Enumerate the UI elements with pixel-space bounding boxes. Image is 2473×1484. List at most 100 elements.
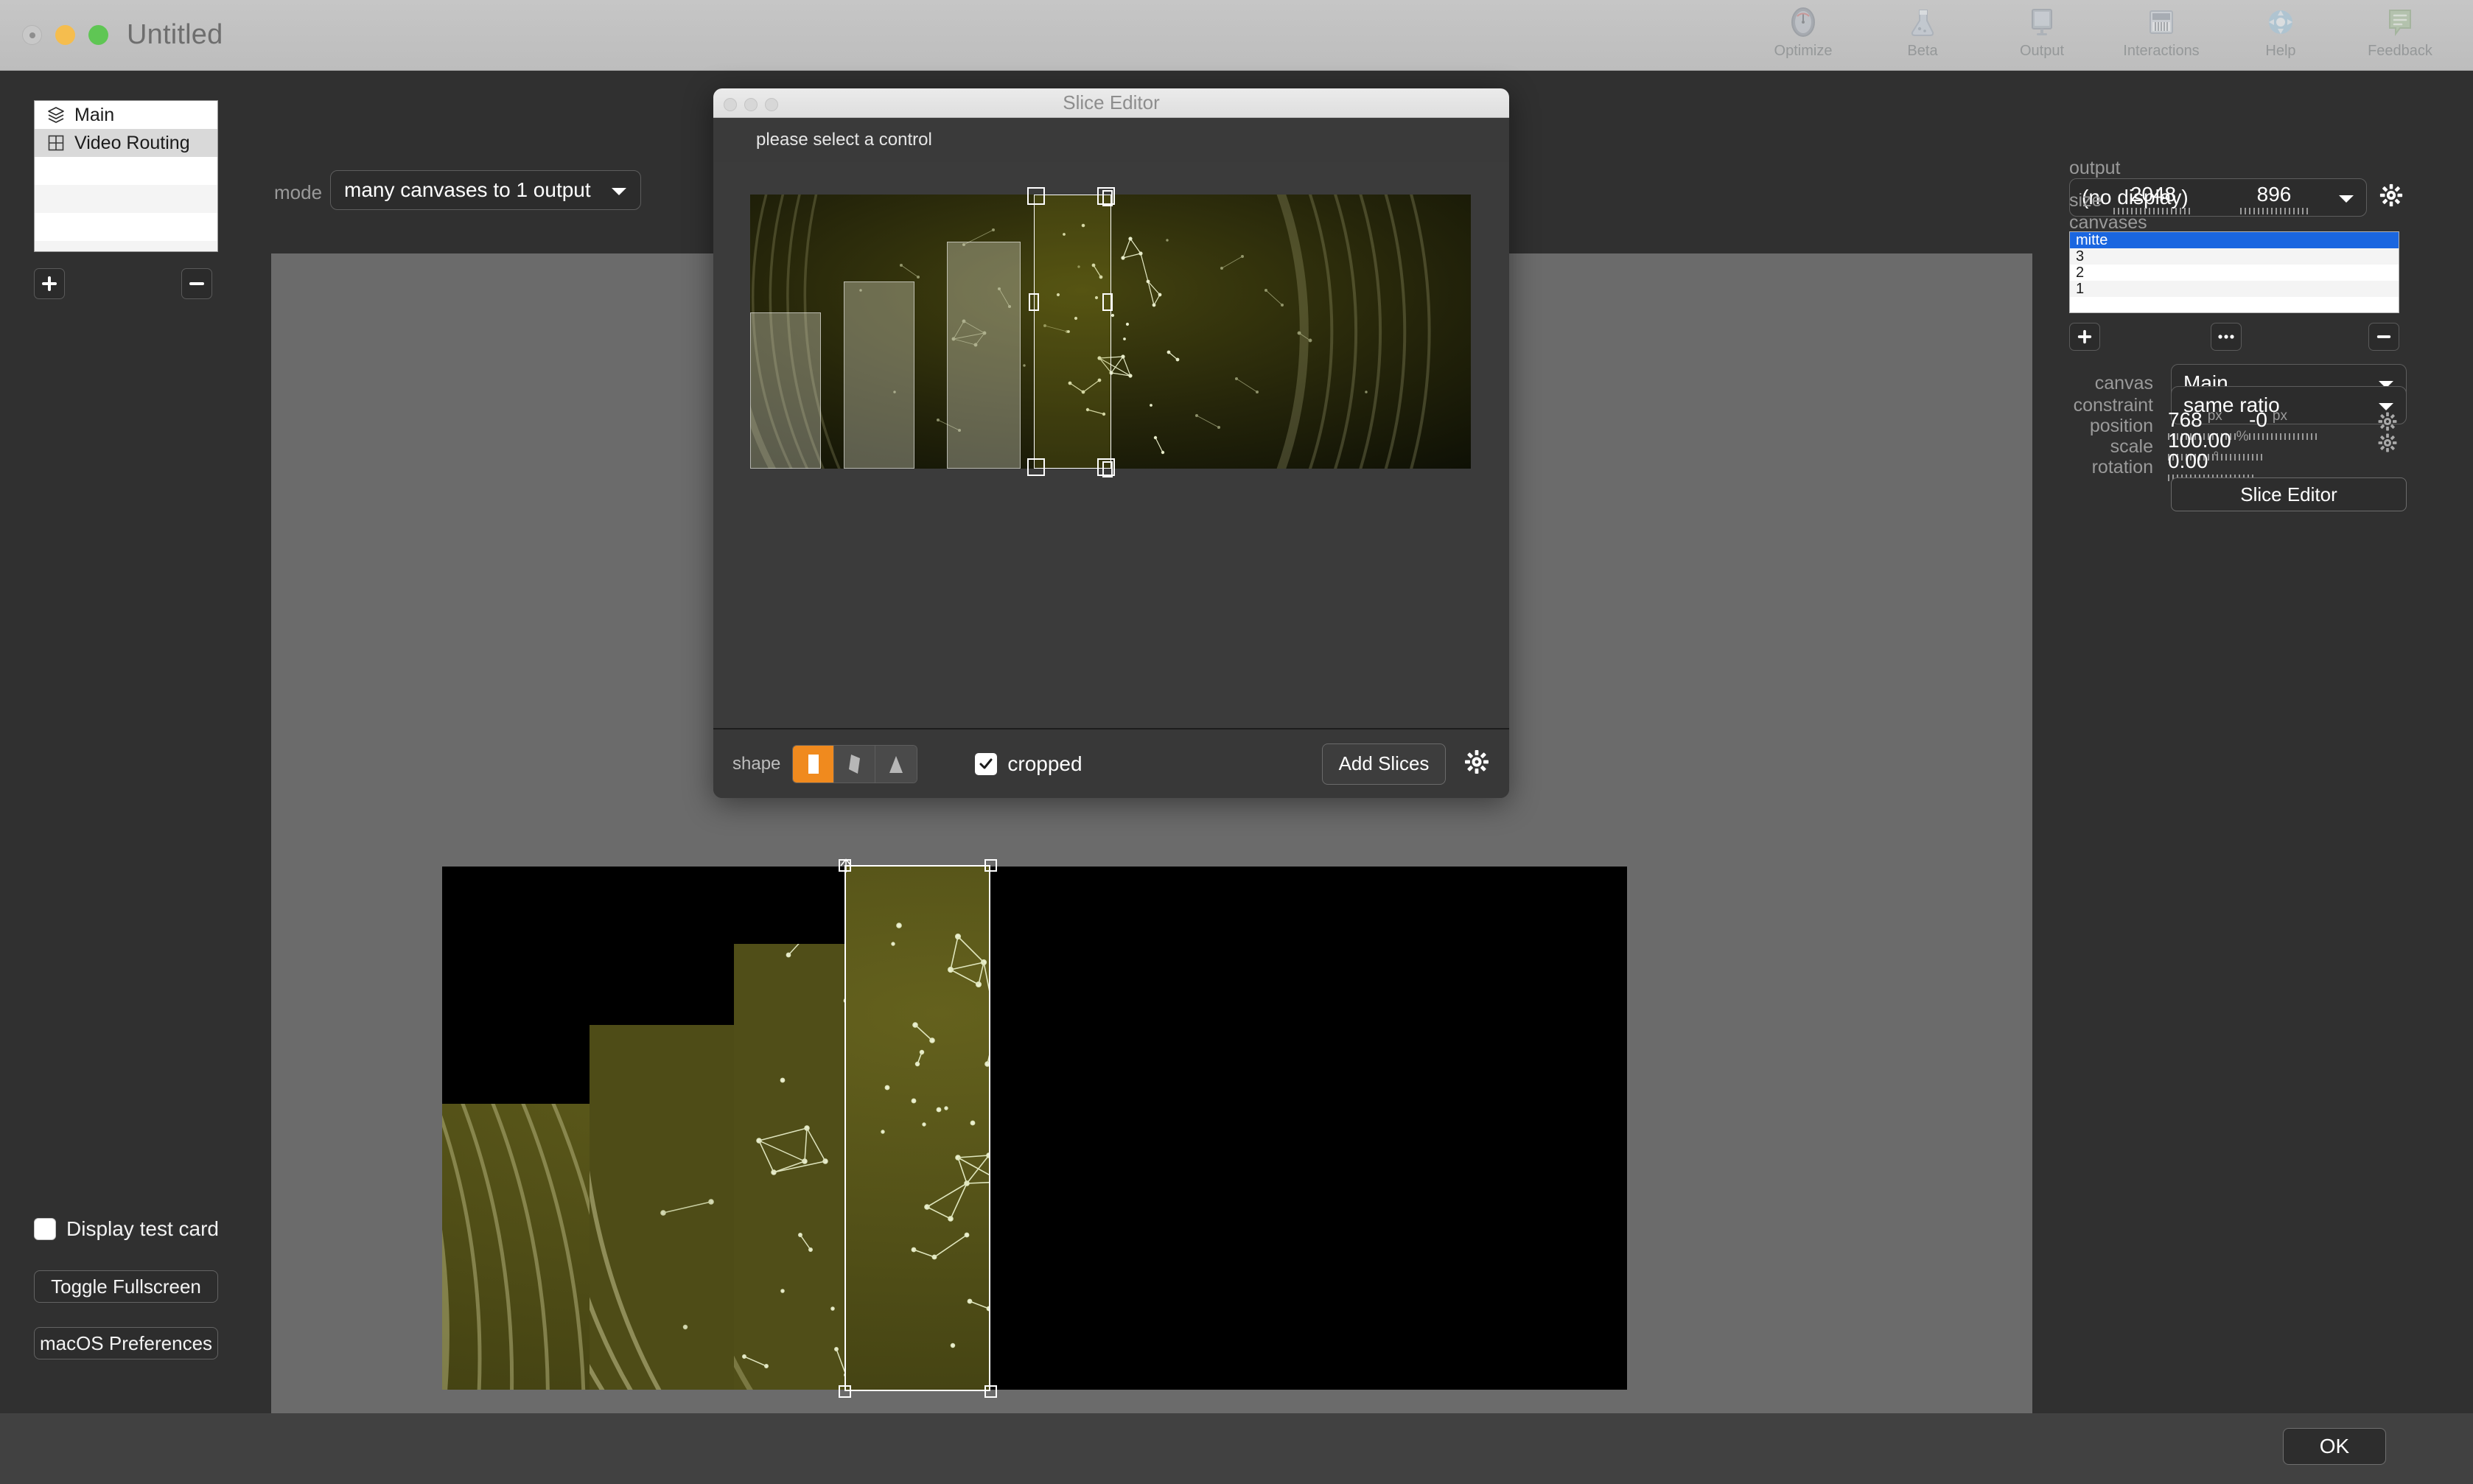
canvas-list-item-empty[interactable] <box>2070 297 2399 312</box>
ellipsis-icon <box>2218 335 2234 339</box>
chevron-down-icon <box>2338 186 2354 209</box>
remove-canvas-button[interactable] <box>2368 323 2399 351</box>
toolbar-item-help[interactable]: Help <box>2221 0 2340 71</box>
canvases-label: canvases <box>2069 212 2147 233</box>
scale-value: 100.00 <box>2168 429 2231 452</box>
window-titlebar: Untitled Optimize Beta Output Interactio… <box>0 0 2473 71</box>
editor-handle-middle-left[interactable] <box>1029 293 1039 311</box>
editor-handle-middle-right[interactable] <box>1102 293 1113 311</box>
size-height-ticks[interactable] <box>2240 208 2308 214</box>
remove-scene-button[interactable] <box>181 268 212 299</box>
canvases-list[interactable]: mitte 3 2 1 <box>2069 231 2399 313</box>
editor-slice-1[interactable] <box>750 312 821 469</box>
scale-label: scale <box>2110 436 2153 457</box>
close-button[interactable] <box>22 25 42 45</box>
toolbar-item-feedback[interactable]: Feedback <box>2340 0 2460 71</box>
slice-editor-settings-gear-icon[interactable] <box>1463 749 1490 779</box>
cropped-checkbox[interactable] <box>975 752 998 775</box>
position-x-value: 768 <box>2168 408 2203 431</box>
editor-slice-2[interactable] <box>844 281 914 469</box>
canvas-more-button[interactable] <box>2211 323 2242 351</box>
toolbar-item-output[interactable]: Output <box>1982 0 2102 71</box>
bottom-bar: OK <box>0 1413 2473 1484</box>
window-title: Untitled <box>127 19 223 50</box>
editor-handle-top-right[interactable] <box>1097 187 1115 205</box>
shape-triangle-button[interactable] <box>875 745 917 783</box>
toolbar-label: Beta <box>1907 43 1938 59</box>
minimize-button[interactable] <box>55 25 75 45</box>
canvas-list-item-3[interactable]: 3 <box>2070 248 2399 265</box>
output-settings-gear-icon[interactable] <box>2379 183 2404 211</box>
scene-list[interactable]: Main Video Routing <box>34 100 218 252</box>
add-slices-button[interactable]: Add Slices <box>1322 743 1446 785</box>
toolbar-label: Help <box>2265 43 2296 59</box>
editor-handle-top-left[interactable] <box>1027 187 1045 205</box>
mode-select-value: many canvases to 1 output <box>344 178 591 201</box>
slice-editor-canvas[interactable] <box>713 162 1509 728</box>
editor-slice-4-selected[interactable] <box>1034 195 1111 469</box>
zoom-button[interactable] <box>88 25 108 45</box>
scene-list-item-main[interactable]: Main <box>35 101 217 129</box>
mosaic-slice-1[interactable] <box>442 1104 590 1390</box>
toolbar-item-beta[interactable]: Beta <box>1863 0 1982 71</box>
scene-list-item-empty[interactable] <box>35 157 217 185</box>
toggle-fullscreen-button[interactable]: Toggle Fullscreen <box>34 1270 218 1303</box>
mosaic-slice-2[interactable] <box>590 1025 734 1390</box>
grid-icon <box>42 132 70 154</box>
add-scene-button[interactable] <box>34 268 65 299</box>
position-y-value: -0 <box>2249 408 2267 431</box>
scene-list-item-video-routing[interactable]: Video Routing <box>35 129 217 157</box>
size-height-field[interactable]: 896 <box>2240 183 2308 214</box>
size-height-value: 896 <box>2256 183 2292 206</box>
mode-select[interactable]: many canvases to 1 output <box>330 170 641 210</box>
canvas-list-item-1[interactable]: 1 <box>2070 281 2399 297</box>
rotation-arrow-icon <box>840 858 852 872</box>
mosaic-slice-4-selected[interactable] <box>844 867 990 1390</box>
editor-handle-bottom-right[interactable] <box>1097 458 1115 476</box>
canvas-list-item-label: 3 <box>2076 248 2085 265</box>
display-test-card-label: Display test card <box>66 1217 219 1240</box>
rotation-field[interactable]: 0.00 ° <box>2168 449 2256 481</box>
handle-bottom-right[interactable] <box>984 1385 997 1398</box>
shape-rectangle-button[interactable] <box>793 745 835 783</box>
canvas-list-item-mitte[interactable]: mitte <box>2070 232 2399 248</box>
macos-preferences-button[interactable]: macOS Preferences <box>34 1327 218 1359</box>
handle-bottom-left[interactable] <box>839 1385 851 1398</box>
size-width-field[interactable]: 2048 <box>2113 183 2193 214</box>
canvas-list-item-2[interactable]: 2 <box>2070 265 2399 281</box>
scale-settings-gear-icon[interactable] <box>2377 433 2398 457</box>
display-test-card-row[interactable]: Display test card <box>34 1217 219 1241</box>
ok-button[interactable]: OK <box>2283 1428 2386 1465</box>
handle-top-right[interactable] <box>984 859 997 872</box>
size-label: size <box>2069 190 2102 211</box>
layers-icon <box>42 104 70 126</box>
position-x-unit: px <box>2207 408 2222 424</box>
display-test-card-checkbox[interactable] <box>34 1218 56 1240</box>
speech-bubble-icon <box>2384 4 2416 40</box>
canvas-list-item-label: mitte <box>2076 231 2108 248</box>
dialog-minimize-button[interactable] <box>744 98 758 111</box>
toolbar-item-optimize[interactable]: Optimize <box>1743 0 1863 71</box>
shape-button-group[interactable] <box>792 744 918 783</box>
position-label: position <box>2089 416 2153 436</box>
chevron-down-icon <box>611 178 627 202</box>
add-canvas-button[interactable] <box>2069 323 2100 351</box>
scale-unit: % <box>2236 429 2249 444</box>
cropped-row[interactable]: cropped <box>975 752 1082 776</box>
dialog-close-button[interactable] <box>724 98 737 111</box>
rotation-label: rotation <box>2091 457 2153 477</box>
slice-editor-button[interactable]: Slice Editor <box>2171 477 2407 511</box>
constraint-label: constraint <box>2073 395 2153 416</box>
scene-list-item-empty[interactable] <box>35 185 217 213</box>
shape-quad-button[interactable] <box>834 745 876 783</box>
scene-list-item-empty[interactable] <box>35 213 217 241</box>
editor-handle-bottom-left[interactable] <box>1027 458 1045 476</box>
shape-label: shape <box>732 753 781 774</box>
position-y-unit: px <box>2272 408 2287 424</box>
editor-slice-3[interactable] <box>947 242 1021 469</box>
mosaic-slice-3[interactable] <box>734 944 844 1390</box>
scene-list-item-empty[interactable] <box>35 241 217 251</box>
toolbar-item-interactions[interactable]: Interactions <box>2102 0 2221 71</box>
plus-icon <box>42 276 57 291</box>
dialog-zoom-button[interactable] <box>765 98 778 111</box>
